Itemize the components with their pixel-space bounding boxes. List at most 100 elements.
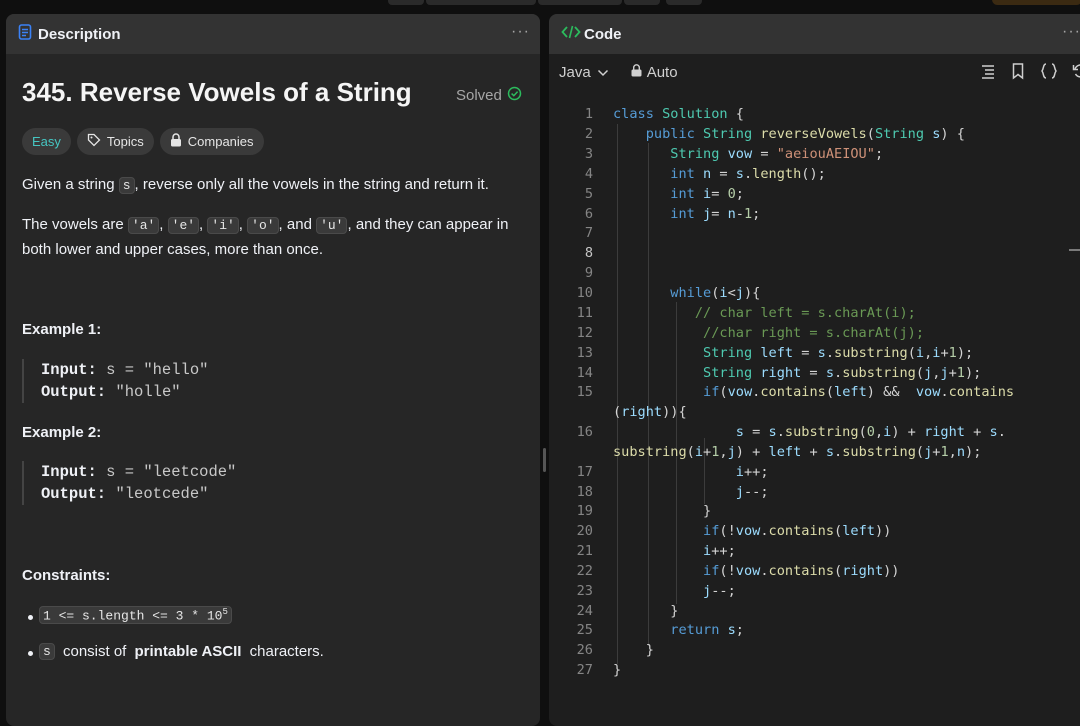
problem-title[interactable]: 345. Reverse Vowels of a String [22, 77, 412, 108]
line-number: 10 [576, 285, 593, 301]
code-line: String vow = "aeiouAEIOU"; [670, 146, 884, 162]
chevron-down-icon [597, 64, 609, 81]
code-line: } [613, 642, 654, 658]
vowels-statement: The vowels are 'a', 'e', 'i', 'o', and '… [22, 216, 509, 258]
line-number: 5 [584, 186, 593, 202]
example-heading: Example 2: [22, 424, 102, 441]
top-button[interactable] [388, 0, 424, 5]
top-button[interactable] [538, 0, 622, 5]
scroll-marker[interactable] [1069, 249, 1080, 251]
code-line: substring(i+1,j) + left + s.substring(j+… [613, 444, 982, 460]
description-icon [18, 23, 32, 45]
top-button[interactable] [624, 0, 660, 5]
solved-status: Solved [456, 86, 522, 105]
line-number: 12 [576, 325, 593, 341]
panel-resize-handle[interactable] [543, 448, 546, 472]
line-number: 13 [576, 345, 593, 361]
language-label: Java [559, 63, 591, 81]
line-number: 1 [584, 106, 593, 122]
input-value: s = "leetcode" [106, 463, 237, 481]
exponent: 5 [222, 607, 228, 617]
inline-code: s [39, 643, 55, 660]
check-circle-icon [507, 86, 522, 105]
code-line: } [613, 503, 712, 519]
bullet [28, 615, 33, 620]
tag-icon [87, 133, 101, 150]
code-line: class Solution { [613, 106, 744, 122]
inline-code: 'u' [316, 217, 348, 234]
code-line: int i= 0; [670, 186, 744, 202]
lock-icon [631, 63, 642, 81]
statement-text: , reverse only all the vowels in the str… [134, 176, 489, 193]
more-options-icon[interactable]: ··· [511, 23, 530, 41]
line-number: 26 [576, 642, 593, 658]
line-number: 18 [576, 484, 593, 500]
line-number: 22 [576, 563, 593, 579]
code-line: return s; [670, 622, 744, 638]
code-line: if(vow.contains(left) && vow.contains [703, 384, 1015, 400]
inline-code: 1 <= s.length <= 3 * 105 [39, 606, 232, 625]
line-number: 2 [584, 126, 593, 142]
constraint-item: s consist of printable ASCII characters. [39, 643, 324, 660]
code-line: public String reverseVowels(String s) { [645, 126, 965, 142]
format-code-icon[interactable] [979, 62, 997, 85]
constraints-heading: Constraints: [22, 567, 111, 584]
inline-code: 'i' [207, 217, 239, 234]
line-number: 20 [576, 523, 593, 539]
bookmark-icon[interactable] [1009, 62, 1027, 85]
description-tab[interactable]: Description ··· [6, 14, 540, 54]
line-number: 3 [584, 146, 593, 162]
line-number: 6 [584, 206, 593, 222]
auto-mode-label: Auto [646, 63, 678, 81]
code-editor[interactable]: 1 2 3 4 5 6 7 8 9 10 11 12 13 14 15 16 17 18 19 20 21 22 23 24 2… [549, 106, 1080, 726]
top-button[interactable] [426, 0, 536, 5]
line-number: 9 [584, 265, 593, 281]
inline-code: 'o' [247, 217, 279, 234]
input-label: Input: [41, 361, 97, 379]
topics-label: Topics [106, 134, 144, 149]
code-line: j--; [703, 583, 736, 599]
input-label: Input: [41, 463, 97, 481]
code-line: i++; [703, 543, 736, 559]
line-number: 24 [576, 603, 593, 619]
topics-chip[interactable]: Topics [76, 128, 154, 155]
top-strip [0, 0, 1080, 8]
difficulty-badge: Easy [22, 128, 71, 155]
line-number: 16 [576, 424, 593, 440]
statement-text: The vowels are [22, 216, 128, 233]
more-options-icon[interactable]: ··· [1062, 23, 1080, 41]
code-tab[interactable]: Code ··· [549, 14, 1080, 54]
constraint-item: 1 <= s.length <= 3 * 105 [39, 606, 232, 625]
code-line: i++; [735, 464, 769, 480]
problem-tags: Easy Topics Companies [22, 128, 264, 155]
line-number: 7 [584, 225, 593, 241]
inline-code: s [118, 177, 135, 194]
constraint-bold: printable ASCII [134, 643, 242, 660]
example-block: Input: s = "leetcode" Output: "leotcede" [22, 461, 236, 505]
submit-button[interactable] [992, 0, 1080, 5]
language-select[interactable]: Java [559, 64, 609, 81]
braces-icon[interactable] [1039, 62, 1059, 85]
output-value: "leotcede" [115, 485, 209, 503]
line-number: 21 [576, 543, 593, 559]
code-line: s = s.substring(0,i) + right + s. [735, 424, 1006, 440]
constraint-text: characters. [245, 643, 324, 660]
companies-chip[interactable]: Companies [159, 128, 264, 155]
code-line: } [613, 603, 679, 619]
code-line: j--; [735, 484, 769, 500]
example-block: Input: s = "hello" Output: "holle" [22, 359, 208, 403]
problem-statement: Given a string s, reverse only all the v… [22, 173, 522, 198]
line-number: 8 [584, 245, 593, 261]
inline-code: 'a' [127, 217, 160, 234]
line-number: 17 [576, 464, 593, 480]
statement-text: Given a string [22, 176, 119, 193]
line-number: 15 [576, 384, 593, 400]
statement-text: both lower and upper cases, more than on… [22, 241, 324, 258]
code-line: } [613, 662, 622, 678]
top-button[interactable] [666, 0, 702, 5]
editor-actions [979, 62, 1080, 85]
code-line: //char right = s.charAt(j); [703, 325, 925, 341]
code-panel: Code ··· Java Auto 1 2 3 4 5 6 7 8 9 10 … [549, 14, 1080, 726]
reset-icon[interactable] [1071, 62, 1080, 85]
auto-mode-toggle[interactable]: Auto [631, 64, 678, 81]
